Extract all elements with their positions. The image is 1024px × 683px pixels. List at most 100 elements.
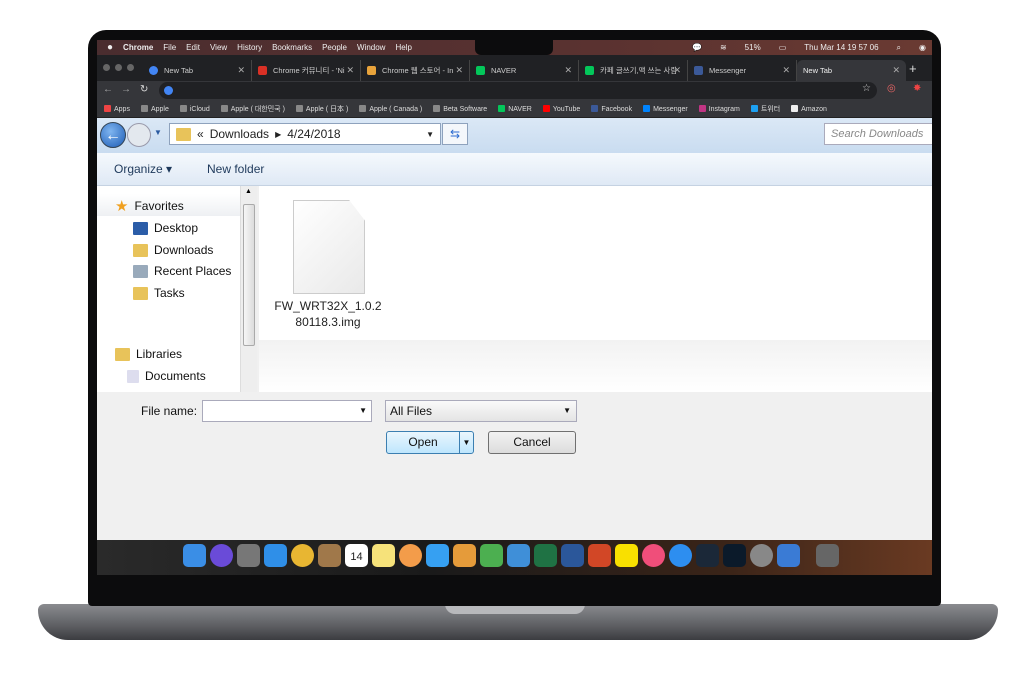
app-store-icon[interactable] — [669, 544, 692, 567]
contacts-icon[interactable] — [318, 544, 341, 567]
scroll-up-icon[interactable]: ▲ — [245, 188, 252, 195]
safari-icon[interactable] — [264, 544, 287, 567]
itunes-icon[interactable] — [642, 544, 665, 567]
tab-naver[interactable]: NAVER ✕ — [470, 60, 579, 81]
close-tab-icon[interactable]: ✕ — [564, 65, 572, 76]
system-preferences-icon[interactable] — [750, 544, 773, 567]
steam-icon[interactable] — [696, 544, 719, 567]
bookmark-item[interactable]: YouTube — [542, 104, 580, 113]
file-type-select[interactable]: All Files ▼ — [385, 400, 577, 422]
back-icon[interactable]: ← — [103, 84, 113, 95]
powerpoint-icon[interactable] — [588, 544, 611, 567]
pages-icon[interactable] — [453, 544, 476, 567]
open-button[interactable]: Open ▼ — [386, 431, 474, 454]
word-icon[interactable] — [561, 544, 584, 567]
nav-scrollbar[interactable]: ▲ — [240, 186, 257, 392]
close-tab-icon[interactable]: ✕ — [892, 65, 900, 76]
close-tab-icon[interactable]: ✕ — [237, 65, 245, 76]
cancel-button[interactable]: Cancel — [488, 431, 576, 454]
menu-bookmarks[interactable]: Bookmarks — [272, 43, 312, 52]
extension-icon[interactable]: ◎ — [887, 83, 896, 94]
profile-avatar[interactable]: ✸ — [913, 83, 921, 94]
menu-chrome[interactable]: Chrome — [123, 43, 153, 52]
bookmark-item[interactable]: NAVER — [498, 104, 532, 113]
keynote-icon[interactable] — [507, 544, 530, 567]
calendar-icon[interactable]: 14 — [345, 544, 368, 567]
back-button[interactable]: ← — [100, 122, 126, 148]
bookmark-item[interactable]: Instagram — [698, 104, 740, 113]
bookmark-item[interactable]: Apple ( Canada ) — [359, 104, 422, 113]
file-name-input[interactable]: ▼ — [202, 400, 372, 422]
numbers-icon[interactable] — [480, 544, 503, 567]
tab-new-tab[interactable]: New Tab ✕ — [143, 60, 252, 81]
bookmark-item[interactable]: Facebook — [591, 104, 632, 113]
new-tab-button[interactable]: + — [909, 61, 917, 76]
refresh-button[interactable]: ⇆ — [442, 123, 468, 145]
nav-downloads[interactable]: Downloads — [133, 243, 213, 257]
menu-file[interactable]: File — [163, 43, 176, 52]
tab-chrome-community[interactable]: Chrome 커뮤니티 - 'Ni ✕ — [252, 60, 361, 81]
close-tab-icon[interactable]: ✕ — [673, 65, 681, 76]
new-folder-button[interactable]: New folder — [207, 162, 264, 176]
nav-recent-places[interactable]: Recent Places — [133, 264, 231, 278]
clock[interactable]: Thu Mar 14 19 57 06 — [804, 43, 878, 52]
forward-button[interactable] — [127, 123, 151, 147]
tab-chrome-web-store[interactable]: Chrome 웹 스토어 - In ✕ — [361, 60, 470, 81]
chrome-icon[interactable] — [291, 544, 314, 567]
bookmark-item[interactable]: Messenger — [643, 104, 688, 113]
menu-window[interactable]: Window — [357, 43, 385, 52]
battery-icon[interactable]: ▭ — [779, 43, 787, 52]
bookmark-item[interactable]: Apps — [104, 104, 130, 113]
menu-help[interactable]: Help — [395, 43, 411, 52]
close-tab-icon[interactable]: ✕ — [455, 65, 463, 76]
reload-icon[interactable]: ↻ — [140, 84, 148, 95]
organize-button[interactable]: Organize ▾ — [114, 162, 172, 176]
notes-icon[interactable] — [372, 544, 395, 567]
siri-icon[interactable]: ◉ — [919, 43, 926, 52]
bookmark-item[interactable]: Apple ( 대한민국 ) — [220, 104, 285, 114]
bookmark-item[interactable]: Beta Software — [433, 104, 487, 113]
battle-net-icon[interactable] — [723, 544, 746, 567]
omnibox[interactable]: ☆ — [159, 82, 877, 99]
spotlight-icon[interactable]: ⌕ — [897, 43, 901, 53]
forward-icon[interactable]: → — [121, 84, 131, 95]
bookmark-item[interactable]: Apple — [140, 104, 169, 113]
finder-icon[interactable] — [183, 544, 206, 567]
apple-menu-icon[interactable]: ● — [107, 42, 113, 53]
nav-libraries[interactable]: Libraries — [115, 347, 182, 361]
tab-messenger[interactable]: Messenger ✕ — [688, 60, 797, 81]
breadcrumb-date-folder[interactable]: 4/24/2018 — [287, 127, 340, 141]
zoom-window-button[interactable] — [127, 64, 134, 71]
launchpad-icon[interactable] — [237, 544, 260, 567]
tab-new-tab-active[interactable]: New Tab ✕ — [797, 60, 906, 81]
kakaotalk-icon[interactable] — [615, 544, 638, 567]
nav-documents[interactable]: Documents — [127, 369, 206, 383]
menu-view[interactable]: View — [210, 43, 227, 52]
breadcrumb[interactable]: « Downloads ▶ 4/24/2018 ▼ — [169, 123, 441, 145]
messages-icon[interactable] — [426, 544, 449, 567]
tab-cafe[interactable]: 카페 글쓰기,맥 쓰는 사람 ✕ — [579, 60, 688, 81]
nav-tasks[interactable]: Tasks — [133, 286, 185, 300]
chat-icon[interactable]: 💬 — [692, 43, 702, 52]
nav-favorites[interactable]: ★ Favorites — [115, 197, 184, 215]
parallels-icon[interactable] — [777, 544, 800, 567]
path-dropdown-icon[interactable]: ▼ — [426, 130, 434, 139]
open-dropdown-icon[interactable]: ▼ — [459, 432, 473, 453]
trash-icon[interactable] — [816, 544, 839, 567]
bookmark-item[interactable]: Apple ( 日本 ) — [295, 104, 348, 114]
bookmark-item[interactable]: Amazon — [791, 104, 827, 113]
wifi-icon[interactable]: ≋ — [720, 43, 727, 52]
file-name-dropdown-icon[interactable]: ▼ — [359, 406, 367, 415]
menu-history[interactable]: History — [237, 43, 262, 52]
siri-icon[interactable] — [210, 544, 233, 567]
excel-icon[interactable] — [534, 544, 557, 567]
breadcrumb-downloads[interactable]: Downloads — [210, 127, 269, 141]
close-tab-icon[interactable]: ✕ — [782, 65, 790, 76]
recent-dropdown-icon[interactable]: ▼ — [154, 128, 162, 137]
close-window-button[interactable] — [103, 64, 110, 71]
nav-desktop[interactable]: Desktop — [133, 221, 198, 235]
scroll-thumb[interactable] — [243, 204, 255, 346]
bookmark-item[interactable]: 트위터 — [750, 104, 780, 114]
search-input[interactable]: Search Downloads — [824, 123, 932, 145]
minimize-window-button[interactable] — [115, 64, 122, 71]
